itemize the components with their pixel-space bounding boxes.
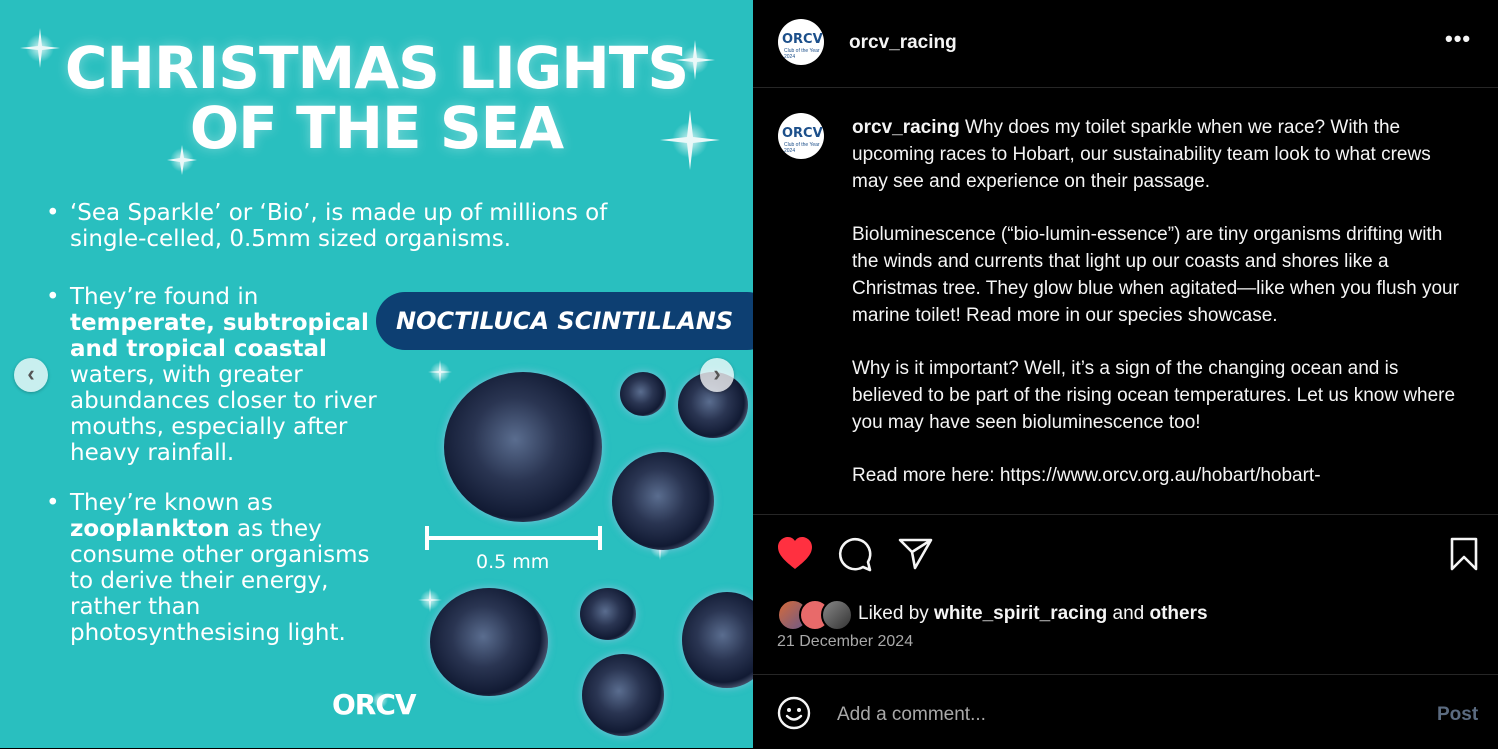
- likes-summary[interactable]: Liked by white_spirit_racing and others: [777, 599, 1477, 631]
- bullet-text: waters, with greater abundances closer t…: [70, 362, 377, 466]
- media-title: CHRISTMAS LIGHTS OF THE SEA: [0, 38, 753, 158]
- liked-by-and: and: [1107, 603, 1150, 624]
- comment-icon[interactable]: [837, 537, 873, 573]
- liked-by-user-link[interactable]: white_spirit_racing: [934, 603, 1107, 624]
- title-line-1: CHRISTMAS LIGHTS: [64, 34, 689, 102]
- more-icon[interactable]: •••: [1445, 26, 1471, 52]
- avatar-logo-text: ORCV: [782, 32, 823, 47]
- action-bar: Liked by white_spirit_racing and others …: [753, 514, 1498, 675]
- organism-image: [444, 372, 602, 522]
- liked-by-text: Liked by white_spirit_racing and others: [858, 603, 1208, 625]
- organism-image: [430, 588, 548, 696]
- bullet-item: ‘Sea Sparkle’ or ‘Bio’, is made up of mi…: [46, 200, 670, 252]
- bullet-item: They’re found in temperate, subtropical …: [46, 284, 380, 466]
- post-media[interactable]: CHRISTMAS LIGHTS OF THE SEA ‘Sea Sparkle…: [0, 0, 753, 748]
- caption-username-link[interactable]: orcv_racing: [852, 117, 960, 138]
- organism-image: [580, 588, 636, 640]
- liker-avatar: [821, 599, 853, 631]
- share-icon[interactable]: [898, 537, 934, 571]
- avatar-logo-subtext: Club of the Year 2024: [784, 48, 820, 60]
- avatar[interactable]: ORCV Club of the Year 2024: [778, 113, 824, 159]
- post-comment-button[interactable]: Post: [1437, 704, 1478, 726]
- caption-text: orcv_racing Why does my toilet sparkle w…: [852, 114, 1467, 514]
- carousel-next-button[interactable]: ›: [700, 358, 734, 392]
- bullet-bold-text: zooplankton: [70, 516, 230, 542]
- carousel-prev-button[interactable]: ‹: [14, 358, 48, 392]
- organism-image: [620, 372, 666, 416]
- comment-input[interactable]: Add a comment...: [837, 704, 986, 726]
- caption-paragraph: Why is it important? Well, it’s a sign o…: [852, 358, 1456, 433]
- bullet-text: They’re known as: [70, 490, 273, 516]
- username-link[interactable]: orcv_racing: [849, 32, 957, 54]
- caption-link[interactable]: Read more here: https://www.orcv.org.au/…: [852, 462, 1467, 489]
- title-line-2: OF THE SEA: [189, 94, 564, 162]
- post-date[interactable]: 21 December 2024: [777, 633, 913, 651]
- bullet-item: They’re known as zooplankton as they con…: [46, 490, 390, 646]
- caption-area[interactable]: ORCV Club of the Year 2024 orcv_racing W…: [753, 88, 1498, 514]
- bookmark-icon[interactable]: [1449, 537, 1479, 571]
- heart-icon[interactable]: [777, 537, 813, 571]
- post-header: ORCV Club of the Year 2024 orcv_racing •…: [753, 0, 1498, 88]
- caption-paragraph: Bioluminescence (“bio-lumin-essence”) ar…: [852, 224, 1459, 326]
- liked-by-others-link[interactable]: others: [1149, 603, 1207, 624]
- chevron-left-icon: ‹: [27, 361, 35, 386]
- chevron-right-icon: ›: [713, 361, 721, 386]
- bullet-bold-text: temperate, subtropical and tropical coas…: [70, 310, 369, 362]
- avatar[interactable]: ORCV Club of the Year 2024: [778, 19, 824, 65]
- species-label: NOCTILUCA SCINTILLANS: [376, 292, 753, 350]
- avatar-logo-text: ORCV: [782, 126, 823, 141]
- orcv-logo: ORCV: [332, 688, 417, 721]
- organism-image: [612, 452, 714, 550]
- liked-by-prefix: Liked by: [858, 603, 935, 624]
- bullet-text: They’re found in: [70, 284, 259, 310]
- emoji-icon[interactable]: [777, 696, 811, 730]
- avatar-logo-subtext: Club of the Year 2024: [784, 142, 820, 154]
- scale-label: 0.5 mm: [476, 551, 550, 573]
- post-sidebar: ORCV Club of the Year 2024 orcv_racing •…: [753, 0, 1498, 748]
- comment-bar: Add a comment... Post: [753, 674, 1498, 749]
- bullet-text: ‘Sea Sparkle’ or ‘Bio’, is made up of mi…: [70, 200, 608, 252]
- organism-image: [582, 654, 664, 736]
